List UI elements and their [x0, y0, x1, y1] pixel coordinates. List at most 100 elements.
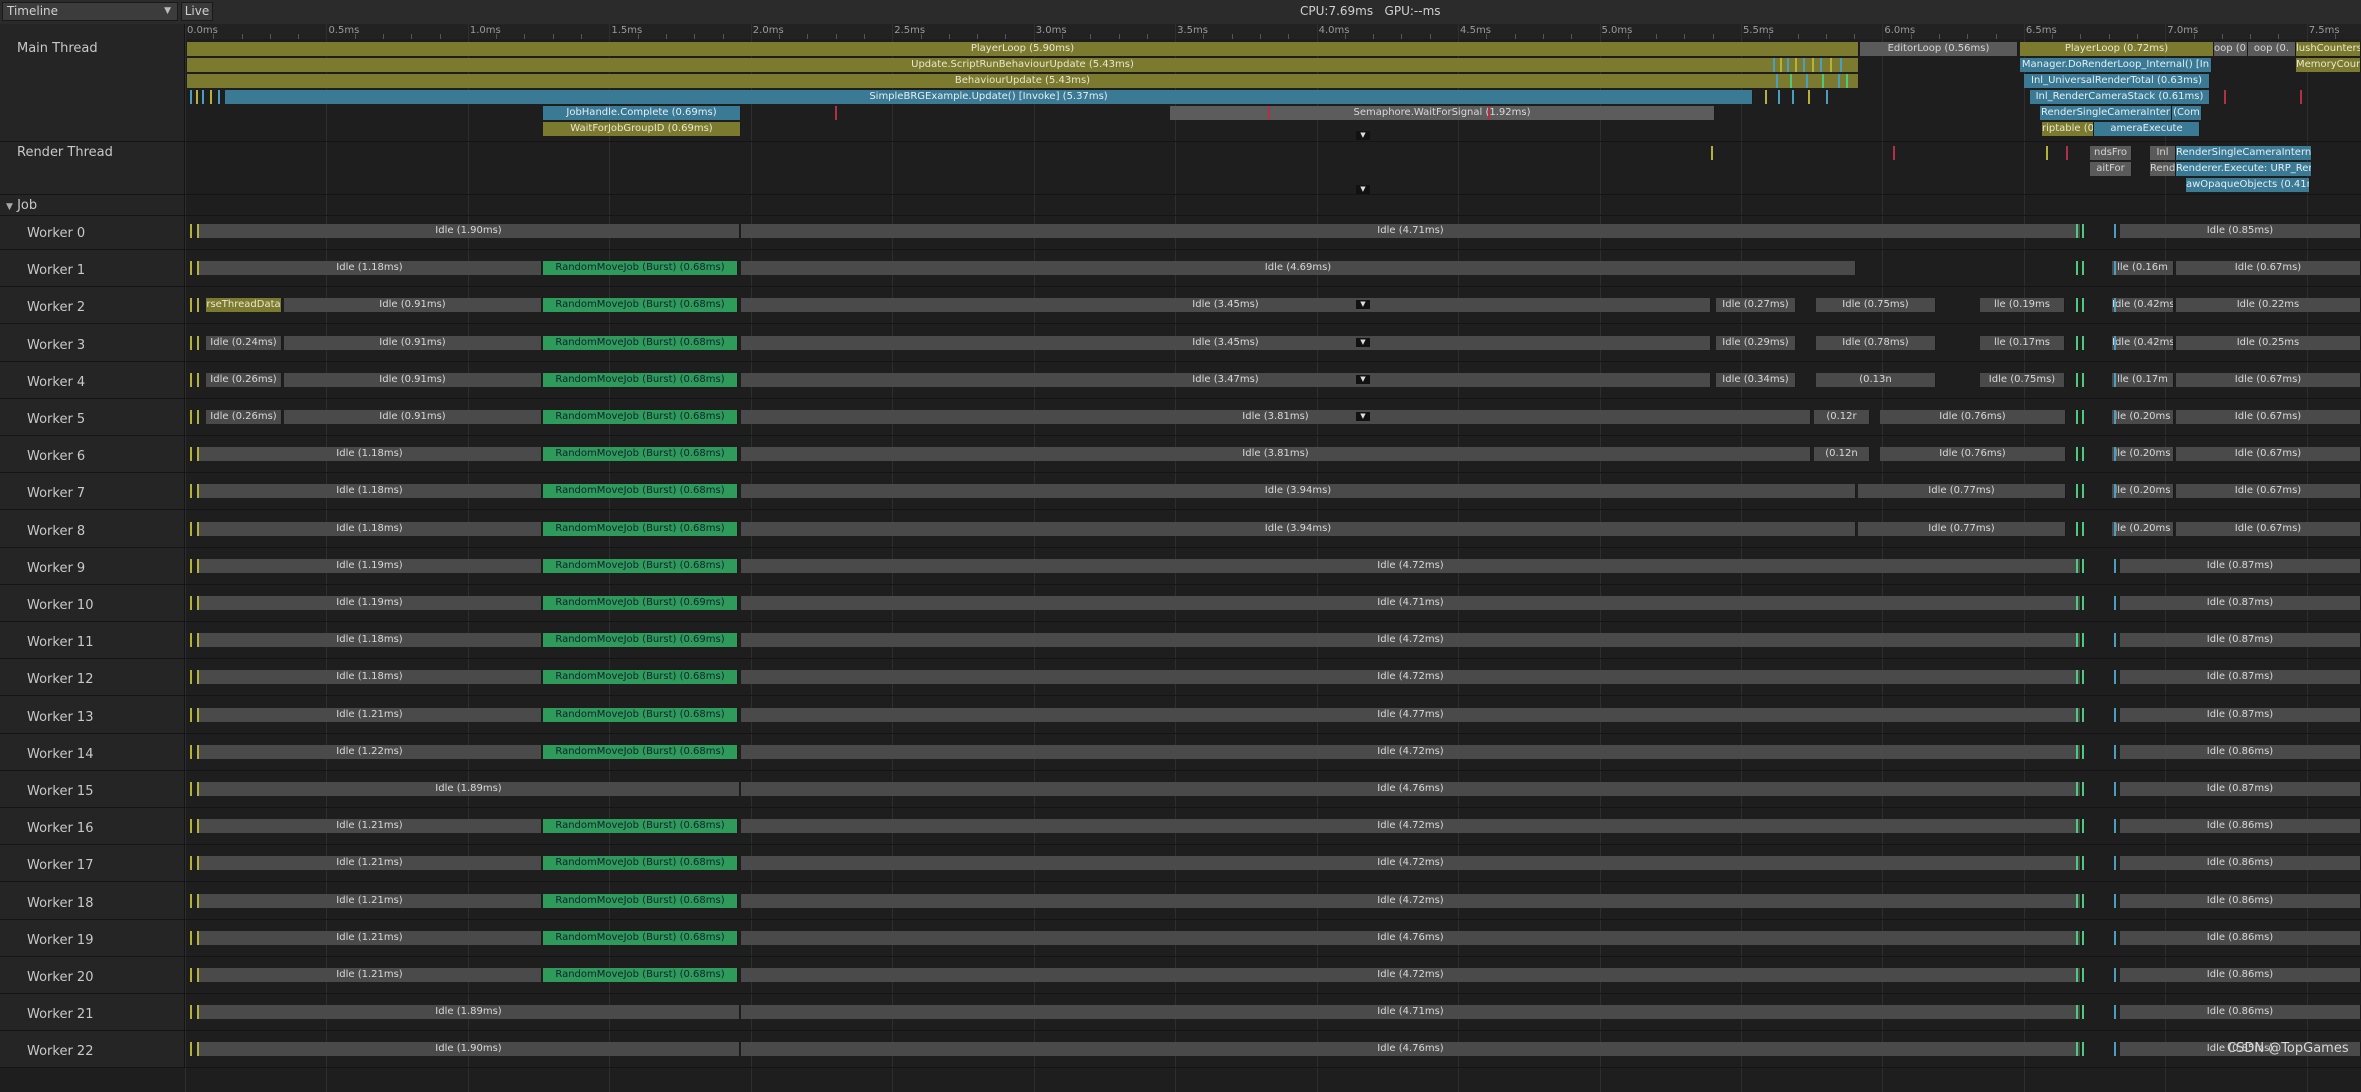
idle-marker[interactable]: Idle (4.71ms) — [741, 224, 2081, 238]
idle-marker[interactable]: Idle (4.72ms) — [741, 819, 2081, 833]
time-ruler[interactable]: 0.0ms 0.5ms 1.0ms 1.5ms 2.0ms 2.5ms 3.0ms 3.5ms… — [185, 24, 2361, 39]
marker-sliver[interactable] — [2114, 745, 2116, 759]
idle-marker[interactable]: Idle (0.67ms) — [2176, 410, 2361, 424]
marker-sliver[interactable] — [1773, 58, 1775, 72]
job-marker[interactable]: RandomMoveJob (Burst) (0.68ms) — [543, 670, 738, 684]
marker-sliver[interactable] — [190, 261, 192, 275]
profiler-marker[interactable]: RenderSingleCameraInter — [2040, 106, 2172, 120]
idle-marker[interactable]: Idle (4.77ms) — [741, 708, 2081, 722]
marker-sliver[interactable] — [1790, 74, 1792, 88]
marker-sliver[interactable] — [2082, 1005, 2084, 1019]
marker-sliver[interactable] — [2114, 856, 2116, 870]
marker-sliver[interactable] — [197, 856, 199, 870]
idle-marker[interactable]: Idle (4.69ms) — [741, 261, 1856, 275]
idle-marker[interactable]: Idle (1.21ms) — [198, 968, 542, 982]
marker-sliver[interactable] — [197, 484, 199, 498]
idle-marker[interactable]: Idle (0.25ms — [2176, 336, 2361, 350]
marker-sliver[interactable] — [2082, 484, 2084, 498]
idle-marker[interactable]: Idle (0.77ms) — [1858, 484, 2066, 498]
idle-marker[interactable]: lle (0.19ms — [1980, 298, 2065, 312]
idle-marker[interactable]: Idle (0.91ms) — [284, 410, 542, 424]
expand-arrow-icon[interactable]: ▼ — [1356, 131, 1370, 140]
profiler-marker[interactable]: awOpaqueObjects (0.41n — [2186, 178, 2310, 192]
marker-sliver[interactable] — [190, 894, 192, 908]
idle-marker[interactable]: Idle (4.71ms) — [741, 596, 2081, 610]
idle-marker[interactable]: Idle (0.87ms) — [2120, 782, 2361, 796]
idle-marker[interactable]: Idle (4.76ms) — [741, 782, 2081, 796]
marker-sliver[interactable] — [2082, 373, 2084, 387]
marker-sliver[interactable] — [2076, 261, 2078, 275]
job-marker[interactable]: RandomMoveJob (Burst) (0.68ms) — [543, 484, 738, 498]
expand-arrow-icon[interactable]: ▼ — [1356, 185, 1370, 194]
idle-marker[interactable]: Idle (4.72ms) — [741, 633, 2081, 647]
marker-sliver[interactable] — [2082, 894, 2084, 908]
marker-sliver[interactable] — [190, 856, 192, 870]
marker-sliver[interactable] — [2082, 447, 2084, 461]
marker-sliver[interactable] — [190, 336, 192, 350]
idle-marker[interactable]: Idle (0.75ms) — [1816, 298, 1936, 312]
profiler-marker[interactable]: Inl_UniversalRenderTotal (0.63ms) — [2024, 74, 2210, 88]
marker-sliver[interactable] — [190, 447, 192, 461]
job-marker[interactable]: RandomMoveJob (Burst) (0.68ms) — [543, 819, 738, 833]
profiler-marker[interactable]: oop (0. — [2214, 42, 2248, 56]
idle-marker[interactable]: Idle (1.18ms) — [198, 484, 542, 498]
idle-marker[interactable]: lle (0.17m — [2112, 373, 2174, 387]
marker-sliver[interactable] — [190, 224, 192, 238]
idle-marker[interactable]: Idle (0.67ms) — [2176, 484, 2361, 498]
profiler-marker[interactable]: RenderSingleCameraInterna — [2176, 146, 2312, 160]
marker-sliver[interactable] — [190, 1042, 192, 1056]
profiler-marker[interactable]: lushCounters — [2296, 42, 2361, 56]
job-marker[interactable]: RandomMoveJob (Burst) (0.68ms) — [543, 745, 738, 759]
profiler-marker[interactable]: Manager.DoRenderLoop_Internal() [In — [2020, 58, 2212, 72]
marker-sliver[interactable] — [210, 90, 212, 104]
marker-sliver[interactable] — [2114, 894, 2116, 908]
idle-marker[interactable]: Idle (1.21ms) — [198, 819, 542, 833]
job-marker[interactable]: RandomMoveJob (Burst) (0.69ms) — [543, 633, 738, 647]
idle-marker[interactable]: rseThreadData — [206, 298, 282, 312]
idle-marker[interactable]: Idle (0.26ms) — [206, 373, 282, 387]
marker-sliver[interactable] — [190, 298, 192, 312]
idle-marker[interactable]: lle (0.16m — [2112, 261, 2174, 275]
idle-marker[interactable]: Idle (1.21ms) — [198, 708, 542, 722]
marker-sliver[interactable] — [2114, 522, 2116, 536]
marker-sliver[interactable] — [1846, 74, 1848, 88]
marker-sliver[interactable] — [1795, 58, 1797, 72]
idle-marker[interactable]: Idle (1.90ms) — [198, 1042, 740, 1056]
marker-sliver[interactable] — [2114, 484, 2116, 498]
marker-sliver[interactable] — [2076, 1005, 2078, 1019]
marker-sliver[interactable] — [197, 633, 199, 647]
idle-marker[interactable]: Idle (3.45ms) — [741, 298, 1711, 312]
marker-sliver[interactable] — [2114, 224, 2116, 238]
marker-sliver[interactable] — [1893, 146, 1895, 160]
job-marker[interactable]: RandomMoveJob (Burst) (0.68ms) — [543, 968, 738, 982]
idle-marker[interactable]: lle (0.20ms — [2112, 484, 2174, 498]
marker-sliver[interactable] — [1840, 58, 1842, 72]
marker-sliver[interactable] — [190, 410, 192, 424]
profiler-marker[interactable]: riptable (0. — [2042, 122, 2094, 136]
job-marker[interactable]: RandomMoveJob (Burst) (0.68ms) — [543, 522, 738, 536]
marker-sliver[interactable] — [1711, 146, 1713, 160]
idle-marker[interactable]: Idle (3.47ms) — [741, 373, 1711, 387]
marker-sliver[interactable] — [2114, 708, 2116, 722]
idle-marker[interactable]: Idle (4.72ms) — [741, 968, 2081, 982]
marker-sliver[interactable] — [1806, 74, 1808, 88]
job-marker[interactable]: RandomMoveJob (Burst) (0.68ms) — [543, 261, 738, 275]
idle-marker[interactable]: Idle (1.90ms) — [198, 224, 740, 238]
marker-sliver[interactable] — [197, 931, 199, 945]
marker-sliver[interactable] — [197, 819, 199, 833]
marker-sliver[interactable] — [190, 633, 192, 647]
marker-sliver[interactable] — [190, 596, 192, 610]
profiler-marker[interactable]: Rend — [2150, 162, 2176, 176]
marker-sliver[interactable] — [2076, 745, 2078, 759]
marker-sliver[interactable] — [2114, 373, 2116, 387]
marker-sliver[interactable] — [190, 373, 192, 387]
idle-marker[interactable]: Idle (1.89ms) — [198, 782, 740, 796]
marker-sliver[interactable] — [1838, 74, 1840, 88]
profiler-marker[interactable]: PlayerLoop (5.90ms) — [187, 42, 1859, 56]
idle-marker[interactable]: Idle (0.78ms) — [1816, 336, 1936, 350]
idle-marker[interactable]: Idle (0.87ms) — [2120, 559, 2361, 573]
marker-sliver[interactable] — [2076, 410, 2078, 424]
idle-marker[interactable]: Idle (0.86ms) — [2120, 856, 2361, 870]
idle-marker[interactable]: Idle (0.22ms — [2176, 298, 2361, 312]
marker-sliver[interactable] — [2300, 90, 2302, 104]
